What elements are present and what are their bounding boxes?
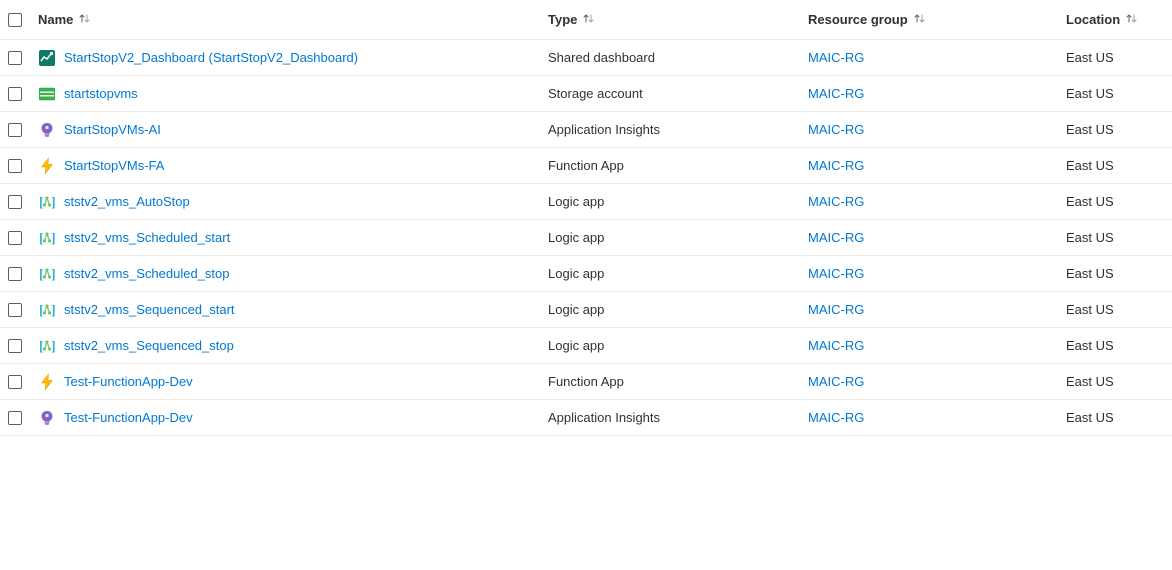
resource-location: East US	[1066, 122, 1114, 137]
logic-app-icon	[38, 229, 56, 247]
resource-location: East US	[1066, 158, 1114, 173]
resource-group-link[interactable]: MAIC-RG	[808, 50, 864, 65]
resource-location: East US	[1066, 230, 1114, 245]
row-checkbox[interactable]	[8, 267, 22, 281]
resource-type: Function App	[548, 374, 624, 389]
column-header-type[interactable]: Type	[548, 12, 597, 27]
select-all-checkbox[interactable]	[8, 13, 22, 27]
row-checkbox[interactable]	[8, 411, 22, 425]
resource-name-link[interactable]: ststv2_vms_Sequenced_stop	[64, 338, 234, 353]
resource-group-link[interactable]: MAIC-RG	[808, 122, 864, 137]
row-checkbox[interactable]	[8, 123, 22, 137]
resource-name-link[interactable]: Test-FunctionApp-Dev	[64, 374, 193, 389]
resource-location: East US	[1066, 410, 1114, 425]
table-row: ststv2_vms_Sequenced_start Logic app MAIC-…	[0, 292, 1172, 328]
application-insights-icon	[38, 409, 56, 427]
dashboard-icon	[38, 49, 56, 67]
resource-type: Function App	[548, 158, 624, 173]
resource-name-link[interactable]: ststv2_vms_Scheduled_stop	[64, 266, 229, 281]
resource-name-link[interactable]: StartStopV2_Dashboard (StartStopV2_Dashb…	[64, 50, 358, 65]
resource-group-link[interactable]: MAIC-RG	[808, 374, 864, 389]
resource-type: Logic app	[548, 266, 604, 281]
column-header-type-label: Type	[548, 12, 577, 27]
table-row: StartStopV2_Dashboard (StartStopV2_Dashb…	[0, 40, 1172, 76]
sort-icon	[914, 14, 928, 26]
table-row: ststv2_vms_Sequenced_stop Logic app MAIC-R…	[0, 328, 1172, 364]
column-header-name-label: Name	[38, 12, 73, 27]
resource-type: Storage account	[548, 86, 643, 101]
column-header-name[interactable]: Name	[38, 12, 93, 27]
row-checkbox[interactable]	[8, 159, 22, 173]
row-checkbox[interactable]	[8, 339, 22, 353]
resource-name-link[interactable]: StartStopVMs-AI	[64, 122, 161, 137]
resource-group-link[interactable]: MAIC-RG	[808, 338, 864, 353]
resource-location: East US	[1066, 266, 1114, 281]
column-header-resource-group[interactable]: Resource group	[808, 12, 928, 27]
sort-icon	[583, 14, 597, 26]
resource-name-link[interactable]: StartStopVMs-FA	[64, 158, 164, 173]
resource-location: East US	[1066, 302, 1114, 317]
resource-location: East US	[1066, 50, 1114, 65]
row-checkbox[interactable]	[8, 51, 22, 65]
logic-app-icon	[38, 193, 56, 211]
sort-icon	[1126, 14, 1140, 26]
column-header-location[interactable]: Location	[1066, 12, 1140, 27]
resource-type: Logic app	[548, 230, 604, 245]
resource-group-link[interactable]: MAIC-RG	[808, 194, 864, 209]
resource-name-link[interactable]: ststv2_vms_Sequenced_start	[64, 302, 235, 317]
resource-location: East US	[1066, 374, 1114, 389]
resource-name-link[interactable]: startstopvms	[64, 86, 138, 101]
logic-app-icon	[38, 265, 56, 283]
application-insights-icon	[38, 121, 56, 139]
resource-type: Shared dashboard	[548, 50, 655, 65]
resource-group-link[interactable]: MAIC-RG	[808, 158, 864, 173]
row-checkbox[interactable]	[8, 375, 22, 389]
resource-type: Logic app	[548, 302, 604, 317]
resource-type: Application Insights	[548, 410, 660, 425]
row-checkbox[interactable]	[8, 231, 22, 245]
resource-name-link[interactable]: ststv2_vms_AutoStop	[64, 194, 190, 209]
function-app-icon	[38, 373, 56, 391]
resource-type: Application Insights	[548, 122, 660, 137]
resource-group-link[interactable]: MAIC-RG	[808, 302, 864, 317]
table-header-row: Name Type Resource group Location	[0, 0, 1172, 40]
storage-account-icon	[38, 85, 56, 103]
resource-table: Name Type Resource group Location StartS…	[0, 0, 1172, 436]
logic-app-icon	[38, 301, 56, 319]
resource-group-link[interactable]: MAIC-RG	[808, 410, 864, 425]
table-row: StartStopVMs-AI Application Insights MAIC-…	[0, 112, 1172, 148]
table-row: Test-FunctionApp-Dev Application Insights…	[0, 400, 1172, 436]
row-checkbox[interactable]	[8, 303, 22, 317]
column-header-location-label: Location	[1066, 12, 1120, 27]
resource-group-link[interactable]: MAIC-RG	[808, 266, 864, 281]
row-checkbox[interactable]	[8, 195, 22, 209]
resource-group-link[interactable]: MAIC-RG	[808, 230, 864, 245]
function-app-icon	[38, 157, 56, 175]
table-row: ststv2_vms_Scheduled_start Logic app MAIC-…	[0, 220, 1172, 256]
table-row: ststv2_vms_Scheduled_stop Logic app MAIC-R…	[0, 256, 1172, 292]
resource-type: Logic app	[548, 194, 604, 209]
resource-name-link[interactable]: ststv2_vms_Scheduled_start	[64, 230, 230, 245]
logic-app-icon	[38, 337, 56, 355]
resource-location: East US	[1066, 86, 1114, 101]
resource-type: Logic app	[548, 338, 604, 353]
resource-name-link[interactable]: Test-FunctionApp-Dev	[64, 410, 193, 425]
row-checkbox[interactable]	[8, 87, 22, 101]
sort-icon	[79, 14, 93, 26]
resource-location: East US	[1066, 338, 1114, 353]
table-row: Test-FunctionApp-Dev Function App MAIC-RG E…	[0, 364, 1172, 400]
table-row: ststv2_vms_AutoStop Logic app MAIC-RG East …	[0, 184, 1172, 220]
column-header-rg-label: Resource group	[808, 12, 908, 27]
table-row: startstopvms Storage account MAIC-RG East U…	[0, 76, 1172, 112]
table-row: StartStopVMs-FA Function App MAIC-RG East U…	[0, 148, 1172, 184]
resource-group-link[interactable]: MAIC-RG	[808, 86, 864, 101]
resource-location: East US	[1066, 194, 1114, 209]
